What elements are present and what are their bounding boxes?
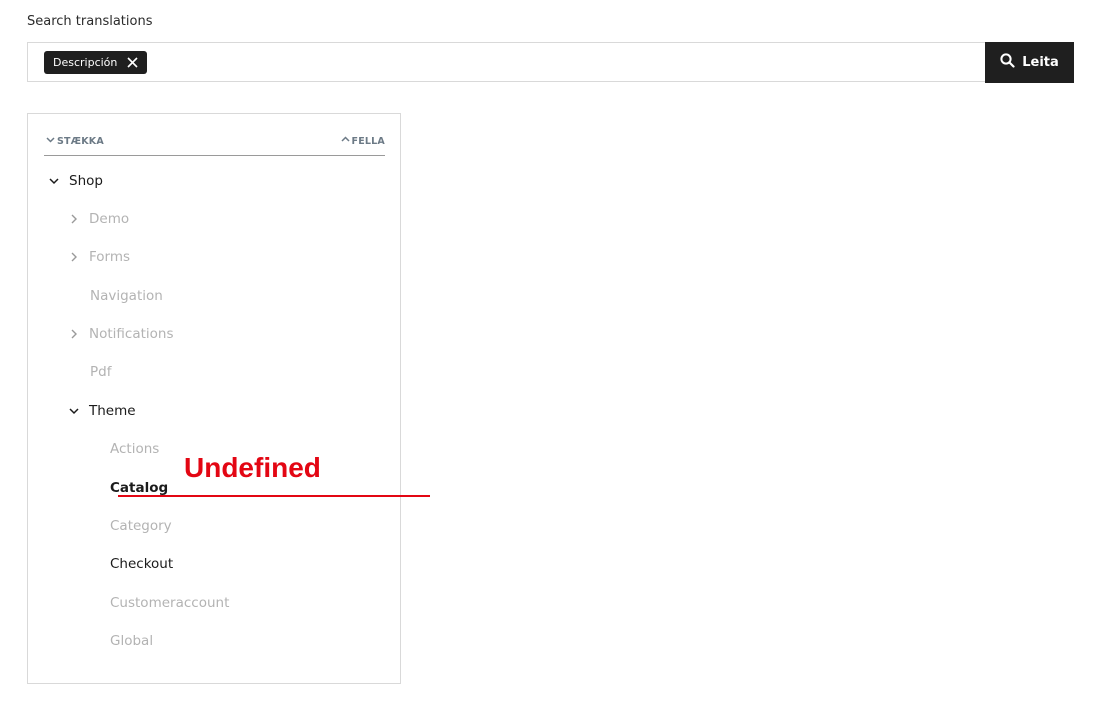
- filter-chip-label: Descripción: [53, 56, 118, 69]
- tree-item-label: Demo: [89, 211, 130, 227]
- close-icon[interactable]: [127, 57, 138, 68]
- search-button-label: Leita: [1022, 55, 1059, 70]
- tree-item-label: Shop: [69, 173, 103, 189]
- collapse-all-button[interactable]: FELLA: [341, 135, 385, 147]
- tree-item-category[interactable]: Category: [110, 516, 172, 536]
- tree-item-label: Forms: [89, 249, 131, 265]
- tree-item-shop[interactable]: Shop: [47, 171, 103, 191]
- search-button[interactable]: Leita: [985, 42, 1074, 83]
- expand-all-label: STÆKKA: [57, 135, 104, 147]
- filter-chip: Descripción: [44, 51, 148, 74]
- annotation-underline: [118, 495, 430, 497]
- tree-item-actions[interactable]: Actions: [110, 439, 159, 459]
- search-icon: [1000, 53, 1015, 72]
- annotation-label: Undefined: [184, 452, 321, 483]
- tree-item-forms[interactable]: Forms: [67, 247, 130, 267]
- tree-item-label: Notifications: [89, 326, 174, 342]
- chevron-up-icon: [341, 135, 350, 147]
- tree-item-global[interactable]: Global: [110, 631, 153, 651]
- tree-toolbar: STÆKKA FELLA: [44, 134, 385, 156]
- search-label: Search translations: [27, 14, 153, 29]
- tree-item-label: Checkout: [110, 556, 174, 572]
- tree-item-customeraccount[interactable]: Customeraccount: [110, 593, 229, 613]
- translation-search-page: Search translations Descripción Leita ST…: [0, 0, 1115, 704]
- tree-item-label: Category: [110, 518, 172, 534]
- chevron-down-icon: [46, 135, 55, 147]
- chevron-right-icon: [67, 250, 81, 264]
- tree-item-pdf[interactable]: Pdf: [90, 362, 111, 382]
- tree-item-label: Theme: [89, 403, 136, 419]
- tree-item-label: Pdf: [90, 364, 112, 380]
- tree-item-label: Navigation: [90, 288, 163, 304]
- search-input[interactable]: Descripción: [27, 42, 985, 82]
- expand-all-button[interactable]: STÆKKA: [46, 135, 104, 147]
- tree-item-checkout[interactable]: Checkout: [110, 554, 173, 574]
- collapse-all-label: FELLA: [351, 135, 385, 147]
- tree-item-demo[interactable]: Demo: [67, 209, 129, 229]
- chevron-right-icon: [67, 327, 81, 341]
- tree-item-label: Actions: [110, 441, 160, 457]
- tree-item-label: Global: [110, 633, 154, 649]
- tree-item-notifications[interactable]: Notifications: [67, 324, 174, 344]
- chevron-down-icon: [47, 174, 61, 188]
- tree-item-label: Catalog: [110, 480, 169, 496]
- tree-item-label: Customeraccount: [110, 595, 230, 611]
- chevron-right-icon: [67, 212, 81, 226]
- chevron-down-icon: [67, 404, 81, 418]
- tree-item-theme[interactable]: Theme: [67, 401, 136, 421]
- tree-item-navigation[interactable]: Navigation: [90, 286, 163, 306]
